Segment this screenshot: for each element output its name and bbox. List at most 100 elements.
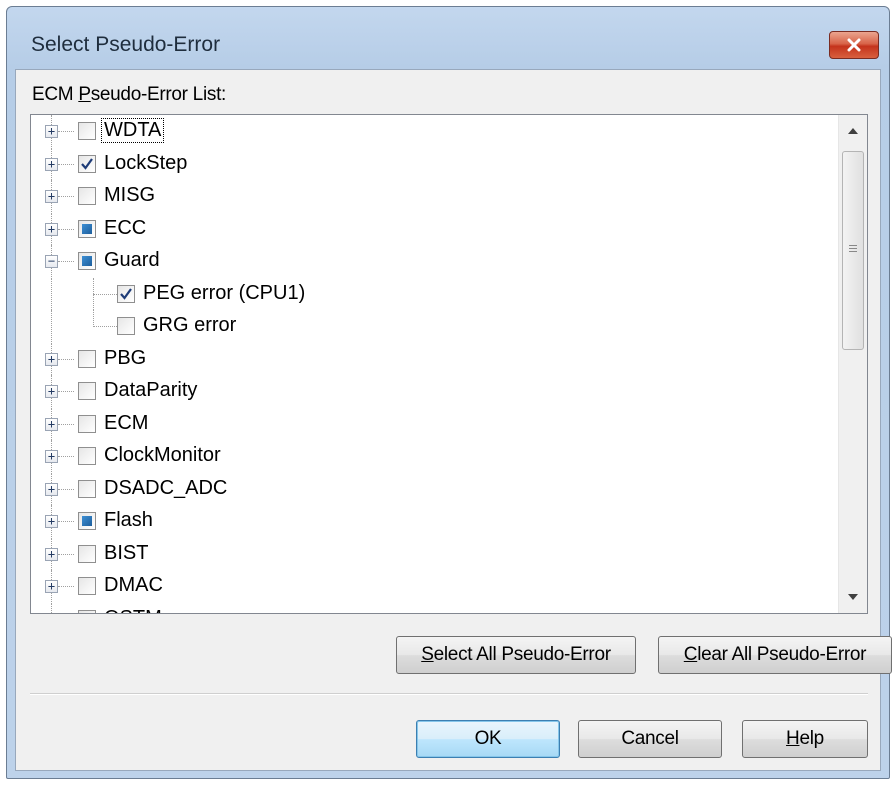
tree-item[interactable]: + DataParity <box>31 375 838 407</box>
scroll-up-arrow[interactable] <box>839 117 867 145</box>
ok-button[interactable]: OK <box>416 720 560 758</box>
tree-connector <box>58 228 74 230</box>
tree-checkbox[interactable] <box>78 122 96 140</box>
tree-connector <box>58 131 74 132</box>
expand-icon[interactable]: + <box>45 352 58 366</box>
tree-item[interactable]: + LockStep <box>31 147 838 180</box>
select-all-pseudo-error-button[interactable]: Select All Pseudo-Error <box>396 636 636 674</box>
help-button[interactable]: Help <box>742 720 868 758</box>
grip-line-icon <box>849 245 857 246</box>
tree-item-label: LockStep <box>104 151 188 174</box>
expand-icon[interactable]: + <box>45 190 58 203</box>
checkmark-icon <box>81 157 93 170</box>
tree-connector <box>93 310 94 327</box>
tree-connector <box>58 553 74 555</box>
dialog-window: Select Pseudo-Error ECM Pseudo-Error Lis… <box>6 6 892 779</box>
expand-icon[interactable]: + <box>45 482 58 496</box>
tree-connector <box>58 391 74 392</box>
tree-connector <box>58 163 74 165</box>
tree-child-item[interactable]: PEG error (CPU1) <box>31 277 838 310</box>
title-bar[interactable]: Select Pseudo-Error <box>7 7 889 71</box>
tree-child-item[interactable]: GRG error <box>31 310 838 342</box>
tree-checkbox[interactable] <box>78 609 96 613</box>
expand-icon[interactable]: + <box>45 515 58 528</box>
tree-item-label: OSTM <box>104 607 162 614</box>
tree-checkbox[interactable] <box>78 219 96 238</box>
tree-connector <box>58 358 74 360</box>
tree-item[interactable]: + BIST <box>31 537 838 570</box>
expand-icon[interactable]: + <box>45 125 58 138</box>
tree-item-label: DataParity <box>104 379 198 401</box>
tree-item[interactable]: + DMAC <box>31 570 838 602</box>
tree-checkbox[interactable] <box>117 284 135 303</box>
tree-connector <box>58 423 74 425</box>
tree-content: + WDTA + LockStep + MISG + ECC − Guard PEG error (… <box>31 115 838 613</box>
checkmark-icon <box>120 287 132 300</box>
scroll-up-icon <box>848 128 858 134</box>
tree-item[interactable]: + ECC <box>31 212 838 245</box>
tree-checkbox[interactable] <box>78 512 96 530</box>
tree-connector <box>58 261 74 262</box>
expand-icon[interactable]: + <box>45 547 58 561</box>
tree-item[interactable]: + ClockMonitor <box>31 440 838 472</box>
scroll-down-arrow[interactable] <box>839 583 867 611</box>
expand-icon[interactable]: + <box>45 385 58 398</box>
tree-checkbox[interactable] <box>78 577 96 595</box>
tree-connector <box>51 310 52 342</box>
tree-item[interactable]: + MISG <box>31 180 838 212</box>
pseudo-error-tree[interactable]: + WDTA + LockStep + MISG + ECC − Guard PEG error (… <box>30 114 868 614</box>
expand-icon[interactable]: + <box>45 612 58 613</box>
tree-checkbox[interactable] <box>78 447 96 465</box>
tree-checkbox[interactable] <box>78 187 96 205</box>
tree-item-label: GRG error <box>143 314 237 336</box>
tree-connector <box>93 293 117 295</box>
tree-checkbox[interactable] <box>78 382 96 400</box>
tree-checkbox[interactable] <box>117 317 135 335</box>
tree-checkbox[interactable] <box>78 154 96 173</box>
dialog-title: Select Pseudo-Error <box>31 33 221 56</box>
tree-item-label: ClockMonitor <box>104 444 221 466</box>
pseudo-error-list-label: ECM Pseudo-Error List: <box>32 84 227 105</box>
tree-item[interactable]: + PBG <box>31 342 838 375</box>
expand-icon[interactable]: + <box>45 222 58 236</box>
tree-item[interactable]: + DSADC_ADC <box>31 472 838 505</box>
tree-item[interactable]: + Flash <box>31 505 838 537</box>
tree-checkbox[interactable] <box>78 414 96 433</box>
scroll-down-icon <box>848 594 858 600</box>
expand-icon[interactable]: + <box>45 450 58 463</box>
tree-checkbox[interactable] <box>78 349 96 368</box>
expand-icon[interactable]: + <box>45 580 58 593</box>
close-button[interactable] <box>829 31 879 59</box>
dialog-body: ECM Pseudo-Error List: + WDTA + LockStep + MI… <box>15 69 892 771</box>
grip-line-icon <box>849 248 857 249</box>
tree-item-label: BIST <box>104 541 149 564</box>
tree-item-label: ECM <box>104 411 149 434</box>
vertical-scrollbar[interactable] <box>838 115 867 613</box>
clear-all-pseudo-error-button[interactable]: Clear All Pseudo-Error <box>658 636 892 674</box>
tree-item[interactable]: − Guard <box>31 245 838 277</box>
tree-item-label: Flash <box>104 509 153 531</box>
tree-item-label: WDTA <box>100 118 165 143</box>
tree-connector <box>93 326 117 327</box>
tree-item[interactable]: + ECM <box>31 407 838 440</box>
tree-item-label: ECC <box>104 216 147 239</box>
tree-checkbox[interactable] <box>78 479 96 498</box>
tree-checkbox[interactable] <box>78 252 96 270</box>
tree-item-label: PBG <box>104 346 147 369</box>
tree-connector <box>51 277 52 310</box>
tree-item-label: Guard <box>104 249 160 271</box>
tree-item[interactable]: + WDTA <box>31 115 838 147</box>
expand-icon[interactable]: + <box>45 157 58 171</box>
tree-checkbox[interactable] <box>78 544 96 563</box>
separator <box>30 693 868 695</box>
tree-item[interactable]: + OSTM <box>31 602 838 614</box>
close-icon <box>847 38 861 52</box>
cancel-button[interactable]: Cancel <box>578 720 722 758</box>
tree-connector <box>58 586 74 587</box>
collapse-icon[interactable]: − <box>45 255 58 268</box>
scroll-thumb[interactable] <box>842 151 864 350</box>
tree-item-label: DMAC <box>104 574 163 596</box>
tree-item-label: PEG error (CPU1) <box>143 281 306 304</box>
expand-icon[interactable]: + <box>45 417 58 431</box>
tree-item-label: MISG <box>104 184 156 206</box>
